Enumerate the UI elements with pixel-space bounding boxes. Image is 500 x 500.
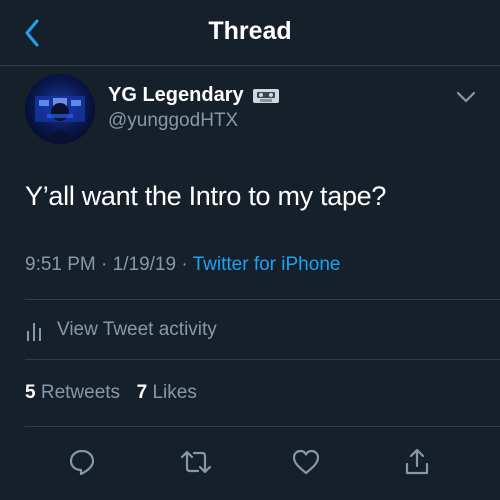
tweet-meta: 9:51 PM · 1/19/19 · Twitter for iPhone: [25, 254, 340, 276]
retweets-label: Retweets: [40, 382, 121, 403]
divider: [25, 359, 500, 360]
share-button[interactable]: [401, 446, 433, 478]
bar-chart-icon: [27, 323, 41, 341]
tweet-stats: 5 Retweets 7 Likes: [25, 382, 197, 404]
share-icon: [405, 448, 429, 475]
thread-screen: Thread YG Legendary @yunggodHTX Y’all wa…: [0, 0, 500, 500]
tweet-time: 9:51 PM: [25, 254, 96, 275]
nav-header: Thread: [0, 0, 500, 66]
likes-stat[interactable]: 7 Likes: [137, 382, 197, 403]
view-tweet-activity[interactable]: View Tweet activity: [25, 316, 217, 344]
cassette-tape-icon: [252, 88, 279, 103]
likes-count: 7: [136, 382, 148, 403]
author-name[interactable]: YG Legendary: [108, 84, 280, 107]
author-name-text: YG Legendary: [108, 84, 244, 106]
divider: [25, 299, 500, 300]
tweet-text: Y’all want the Intro to my tape?: [25, 181, 387, 211]
meta-separator: ·: [181, 254, 188, 275]
like-icon: [292, 449, 320, 475]
retweet-button[interactable]: [180, 446, 212, 478]
reply-button[interactable]: [66, 446, 98, 478]
page-title: Thread: [208, 17, 292, 45]
tweet-date: 1/19/19: [112, 254, 177, 275]
retweet-icon: [180, 450, 212, 474]
avatar-image: [35, 96, 85, 144]
reply-icon: [69, 449, 95, 476]
likes-label: Likes: [152, 382, 197, 403]
tweet-source-link[interactable]: Twitter for iPhone: [193, 254, 341, 275]
avatar[interactable]: [25, 74, 95, 144]
divider: [25, 426, 500, 427]
activity-label: View Tweet activity: [57, 319, 217, 340]
meta-separator: ·: [101, 254, 108, 275]
retweets-stat[interactable]: 5 Retweets: [25, 382, 125, 403]
author-handle[interactable]: @yunggodHTX: [108, 110, 238, 132]
retweets-count: 5: [25, 382, 36, 403]
more-options-button[interactable]: [454, 88, 478, 106]
like-button[interactable]: [290, 446, 322, 478]
chevron-down-icon: [456, 91, 476, 103]
